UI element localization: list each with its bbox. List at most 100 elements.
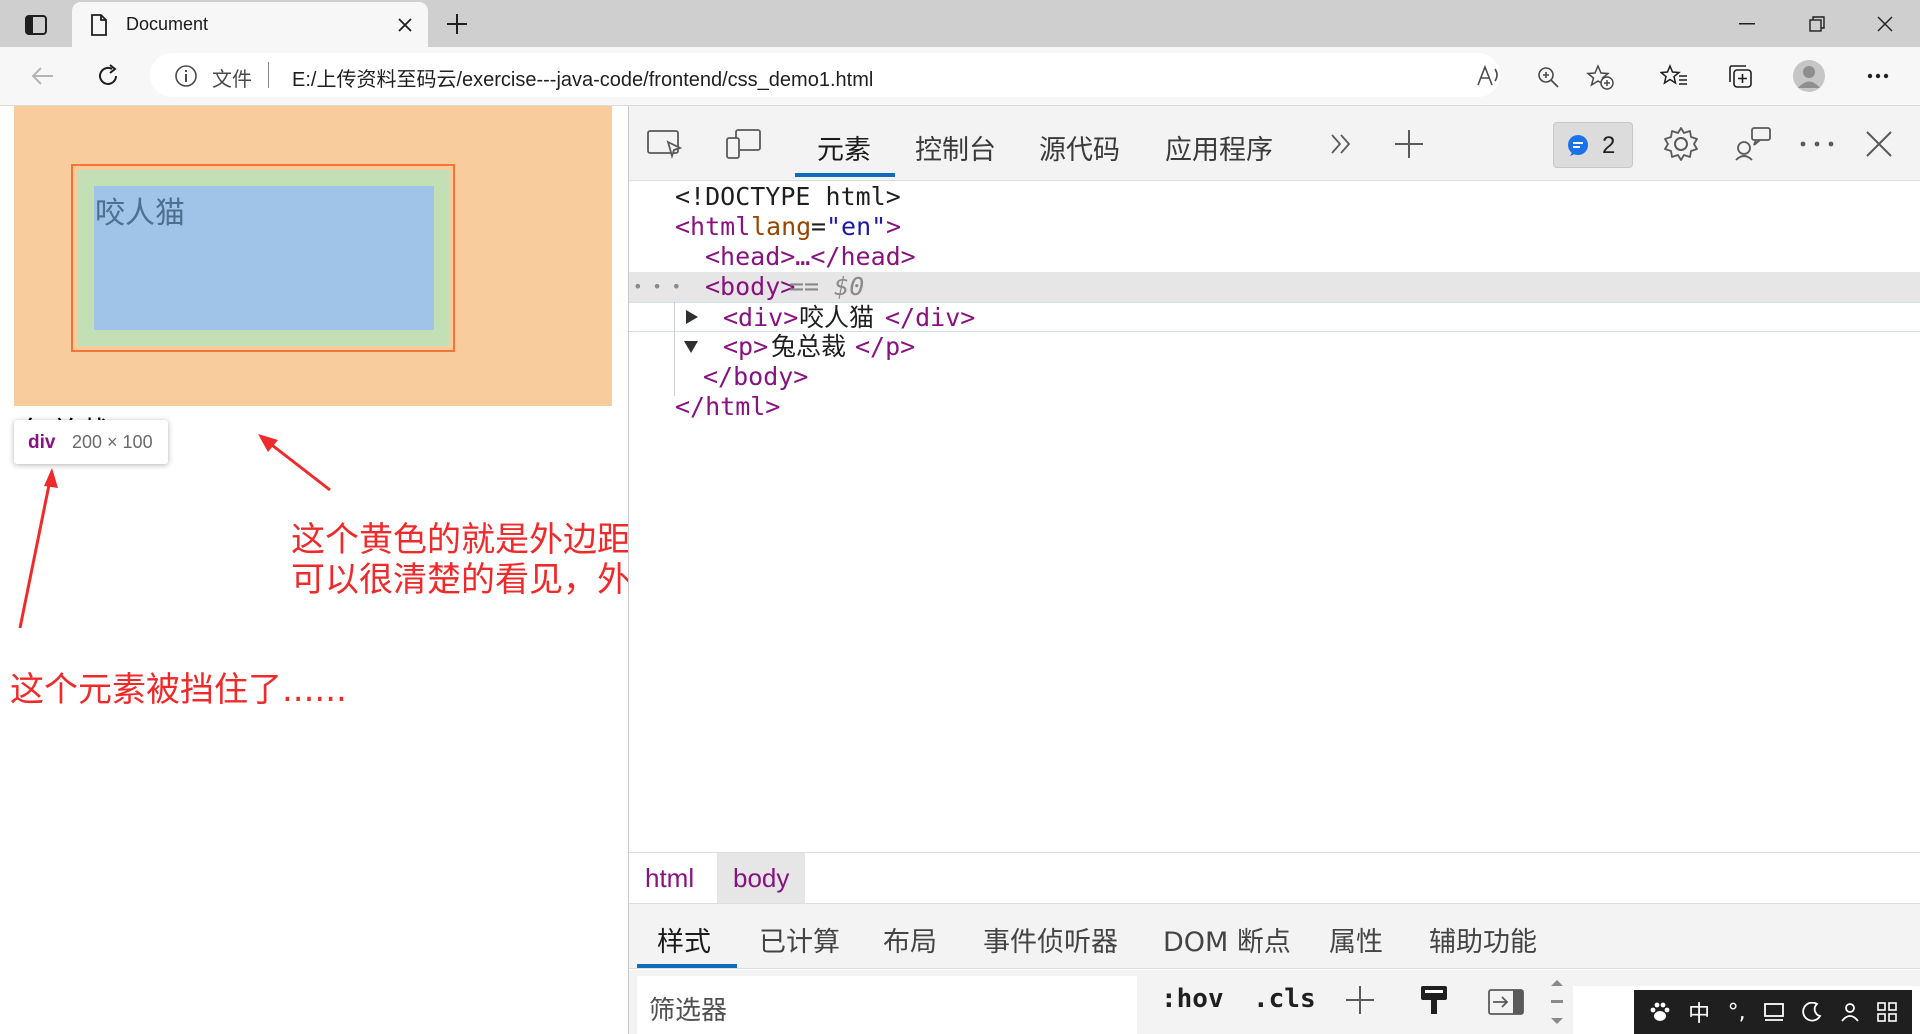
collections-icon[interactable]: [1720, 56, 1760, 96]
inspect-element-icon[interactable]: [643, 124, 687, 164]
document-icon: [90, 14, 108, 36]
tab-application[interactable]: 应用程序: [1165, 128, 1273, 167]
html-open-tag: <html: [675, 212, 751, 241]
grid-menu-icon[interactable]: [1877, 1002, 1898, 1022]
dom-body-row[interactable]: • • • <body> == $0: [629, 272, 1920, 353]
add-favorite-icon[interactable]: [1586, 64, 1614, 90]
customize-more-icon[interactable]: [1795, 124, 1839, 164]
body-open-tag: <body>: [705, 272, 796, 301]
add-tool-icon[interactable]: [1387, 124, 1431, 164]
doctype-node: <!DOCTYPE html>: [675, 182, 901, 211]
lang-attribute: lang: [751, 212, 812, 241]
arrow-to-hidden-p: [18, 479, 52, 629]
attr-equals: =: [811, 212, 827, 241]
more-tabs-chevron-icon[interactable]: [1319, 124, 1363, 164]
moon-icon[interactable]: [1802, 1002, 1822, 1022]
favorites-icon[interactable]: [1654, 56, 1694, 96]
close-devtools-icon[interactable]: [1857, 124, 1901, 164]
tab-styles[interactable]: 样式: [657, 920, 711, 959]
dom-div-row[interactable]: <div> 咬人猫 </div>: [629, 302, 1920, 332]
new-tab-icon[interactable]: [440, 8, 474, 40]
color-format-icon[interactable]: [1419, 984, 1449, 1018]
selected-node-marker: == $0: [789, 272, 865, 301]
p-close-tag: </p>: [855, 332, 916, 361]
minimize-icon[interactable]: [1712, 0, 1782, 47]
ime-toolbar: 中 °,: [1634, 990, 1912, 1034]
devtools-panel: 元素 控制台 源代码 应用程序 2 <!DOCTYPE html> <html …: [628, 106, 1920, 1034]
dom-p-row[interactable]: <p> 兔总裁 </p>: [629, 332, 1920, 362]
div-text-node: 咬人猫: [799, 303, 875, 332]
div-close-tag: </div>: [885, 303, 976, 332]
address-bar[interactable]: 文件 E:/上传资料至码云/exercise---java-code/front…: [150, 53, 1614, 97]
tab-actions-menu-icon[interactable]: [16, 9, 56, 41]
tab-accessibility[interactable]: 辅助功能: [1429, 920, 1537, 959]
p-text-node: 兔总裁: [771, 332, 847, 361]
issues-button[interactable]: 2: [1553, 122, 1633, 168]
url-text[interactable]: E:/上传资料至码云/exercise---java-code/frontend…: [292, 63, 873, 92]
dom-tree: <!DOCTYPE html> <html lang = "en" > <hea…: [629, 180, 1920, 850]
dom-doctype-row[interactable]: <!DOCTYPE html>: [629, 182, 1920, 212]
row-actions-dots[interactable]: • • •: [633, 272, 681, 302]
issues-count: 2: [1602, 132, 1616, 159]
file-scheme-label: 文件: [212, 69, 252, 91]
arrow-to-margin: [267, 440, 331, 492]
div-open-tag: <div>: [723, 303, 799, 332]
device-emulation-icon[interactable]: [721, 124, 765, 164]
dom-head-row[interactable]: <head>…</head>: [629, 242, 1920, 324]
html-close-tag: </html>: [675, 392, 781, 421]
tab-sources[interactable]: 源代码: [1039, 128, 1120, 167]
message-icon: [1566, 134, 1590, 158]
tab-properties[interactable]: 属性: [1329, 920, 1383, 959]
hov-button[interactable]: :hov: [1161, 984, 1224, 1014]
page-viewport: 咬人猫 兔总裁 div 200 × 100 这个黄色的就是外边距， 可以很清楚的…: [0, 106, 628, 1034]
filter-input[interactable]: 筛选器: [637, 976, 1137, 1034]
dom-html-close-row[interactable]: </html>: [629, 392, 1920, 422]
user-icon[interactable]: [1840, 1002, 1860, 1022]
scroll-arrows-icon[interactable]: [1549, 978, 1565, 1026]
indent-guide: [674, 302, 675, 396]
read-aloud-icon[interactable]: [1476, 65, 1502, 87]
browser-tab[interactable]: Document: [72, 2, 428, 47]
tab-strip: Document: [0, 0, 1920, 47]
more-options-icon[interactable]: [1858, 56, 1898, 96]
profile-avatar-icon[interactable]: [1789, 56, 1829, 96]
new-style-rule-icon[interactable]: [1344, 984, 1376, 1016]
refresh-icon[interactable]: [88, 56, 128, 96]
breadcrumb-body[interactable]: body: [717, 853, 806, 903]
cls-button[interactable]: .cls: [1253, 984, 1316, 1014]
keyboard-icon[interactable]: [1763, 1002, 1785, 1022]
feedback-icon[interactable]: [1731, 124, 1775, 164]
toggle-sidebar-icon[interactable]: [1487, 988, 1525, 1016]
zoom-icon[interactable]: [1536, 65, 1560, 89]
paw-icon[interactable]: [1649, 1001, 1671, 1023]
settings-gear-icon[interactable]: [1659, 124, 1703, 164]
active-styles-tab-indicator: [637, 964, 737, 968]
tab-computed[interactable]: 已计算: [759, 920, 840, 959]
html-open-gt: >: [886, 212, 902, 241]
breadcrumb: html body: [629, 852, 1920, 904]
devtools-toolbar: 元素 控制台 源代码 应用程序 2: [629, 106, 1920, 181]
close-tab-icon[interactable]: [392, 12, 418, 38]
active-tab-indicator: [795, 173, 895, 177]
back-icon[interactable]: [22, 56, 62, 96]
tab-layout[interactable]: 布局: [883, 920, 937, 959]
annotation-hidden-note: 这个元素被挡住了......: [10, 670, 347, 710]
dom-body-close-row[interactable]: </body>: [629, 362, 1920, 392]
p-open-tag: <p>: [723, 332, 769, 361]
tab-dom-breakpoints[interactable]: DOM 断点: [1163, 920, 1291, 959]
tab-title: Document: [126, 14, 209, 34]
restore-icon[interactable]: [1782, 0, 1852, 47]
tab-event-listeners[interactable]: 事件侦听器: [983, 920, 1118, 959]
ime-punctuation[interactable]: °,: [1728, 1000, 1746, 1025]
lang-value: "en": [826, 212, 887, 241]
ime-mode[interactable]: 中: [1688, 996, 1710, 1028]
tab-console[interactable]: 控制台: [915, 128, 996, 167]
arrow-to-hidden-p-head: [44, 468, 58, 488]
tab-elements[interactable]: 元素: [817, 128, 871, 167]
breadcrumb-html[interactable]: html: [629, 853, 710, 903]
url-divider: [268, 62, 269, 88]
info-icon[interactable]: [174, 64, 198, 88]
dom-html-row[interactable]: <html lang = "en" >: [629, 212, 1920, 242]
body-close-tag: </body>: [703, 362, 809, 391]
close-window-icon[interactable]: [1850, 0, 1920, 47]
